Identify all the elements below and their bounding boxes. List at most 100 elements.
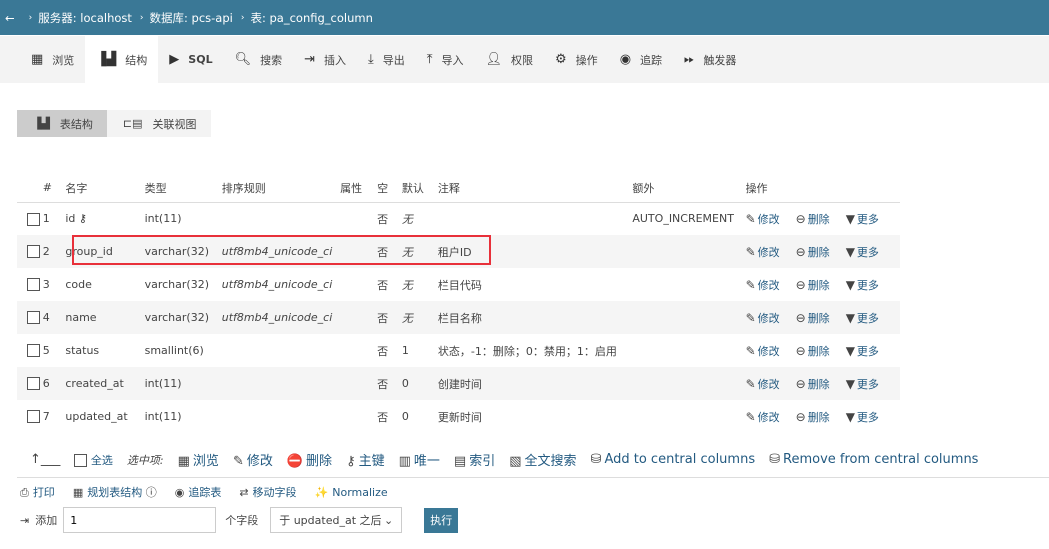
bulk-primary-button[interactable]: ⚷ 主键 (346, 450, 385, 469)
column-extra: AUTO_INCREMENT (632, 212, 734, 226)
bulk-unique-button[interactable]: ▥ 唯一 (399, 450, 440, 469)
back-arrow-icon[interactable]: ← (5, 11, 15, 25)
edit-button[interactable]: ✎ 修改 (746, 311, 780, 325)
drop-button[interactable]: ⊖ 删除 (796, 311, 830, 325)
more-button[interactable]: ▼ 更多 (846, 344, 879, 358)
edit-button[interactable]: ✎ 修改 (746, 278, 780, 292)
breadcrumb-server[interactable]: › 服务器: localhost (29, 10, 132, 26)
tab-label: 结构 (125, 53, 148, 67)
column-attributes (340, 400, 377, 433)
row-checkbox[interactable] (27, 212, 40, 226)
more-label: 更多 (856, 410, 879, 424)
column-name: status (65, 344, 100, 357)
column-count-input[interactable] (63, 507, 217, 533)
tab-10[interactable]: ⏩︎ 触发器 (673, 36, 747, 83)
caret-down-icon: ▼ (845, 376, 855, 391)
add-central-columns-button[interactable]: ⛁ Add to central columns (591, 452, 756, 467)
drop-button[interactable]: ⊖ 删除 (796, 377, 830, 391)
fulltext-icon: ▧ (509, 454, 522, 469)
row-checkbox[interactable] (27, 377, 40, 391)
tab-label: 导出 (382, 53, 405, 67)
chevron-down-icon: ⌄ (384, 513, 394, 527)
bulk-edit-button[interactable]: ✎ 修改 (233, 450, 273, 469)
edit-label: 修改 (757, 311, 780, 325)
select-all-checkbox[interactable] (74, 454, 88, 467)
table-tools: ⎙ 打印 ▦ 规划表结构 ⓘ ◉ 追踪表 ⇄ 移动字段 ✨ Normalize (20, 484, 406, 500)
drop-button[interactable]: ⊖ 删除 (795, 244, 830, 259)
edit-button[interactable]: ✎ 修改 (745, 211, 780, 226)
normalize-button[interactable]: ✨ Normalize (315, 486, 388, 499)
minus-circle-icon: ⊖ (795, 244, 806, 259)
edit-label: 修改 (757, 212, 780, 226)
select-all-label: 全选 (90, 453, 113, 467)
tab-7[interactable]: 👤︎ 权限 (475, 36, 545, 83)
more-button[interactable]: ▼ 更多 (846, 410, 879, 424)
tab-4[interactable]: ⇥ 插入 (293, 36, 357, 83)
drop-button[interactable]: ⊖ 删除 (796, 278, 830, 292)
row-checkbox[interactable] (27, 410, 40, 424)
breadcrumb-table[interactable]: › 表: pa_config_column (241, 10, 373, 26)
highlight-box (72, 235, 491, 265)
row-checkbox[interactable] (27, 278, 40, 292)
more-button[interactable]: ▼ 更多 (846, 278, 879, 292)
subtab-structure[interactable]: ▐▟ 表结构 (17, 110, 107, 137)
edit-button[interactable]: ✎ 修改 (746, 377, 780, 391)
go-button[interactable]: 执行 (424, 507, 459, 533)
breadcrumb-server-label: 服务器: localhost (38, 10, 132, 25)
info-icon[interactable]: ⓘ (146, 486, 157, 499)
print-button[interactable]: ⎙ 打印 (20, 484, 55, 500)
drop-label: 删除 (807, 410, 830, 424)
move-columns-button[interactable]: ⇄ 移动字段 (239, 484, 296, 500)
add-columns-form: ⇥ 添加 个字段 于 updated_at 之后⌄ 执行 (20, 507, 459, 533)
drop-label: 删除 (807, 344, 830, 358)
position-select[interactable]: 于 updated_at 之后 ⌄ (270, 507, 403, 533)
edit-button[interactable]: ✎ 修改 (746, 344, 780, 358)
column-comment: 状态，-1：删除；0：禁用；1：启用 (437, 344, 617, 358)
column-default: 无 (401, 212, 413, 226)
print-icon: ⎙ (20, 486, 29, 499)
column-extra (632, 268, 745, 301)
drop-button[interactable]: ⊖ 删除 (796, 344, 830, 358)
tab-1[interactable]: ▐▟ 结构 (85, 36, 159, 83)
print-label: 打印 (32, 486, 55, 499)
edit-button[interactable]: ✎ 修改 (746, 245, 780, 259)
bulk-index-label: 索引 (469, 454, 496, 469)
remove-central-columns-button[interactable]: ⛁ Remove from central columns (769, 452, 978, 467)
column-comment (438, 202, 633, 235)
bulk-fulltext-button[interactable]: ▧ 全文搜索 (509, 450, 576, 469)
row-checkbox[interactable] (27, 344, 40, 358)
drop-label: 删除 (807, 245, 830, 259)
tab-9[interactable]: ◉ 追踪 (609, 36, 673, 83)
pencil-icon: ✎ (745, 211, 756, 226)
row-checkbox[interactable] (27, 311, 40, 325)
tab-6[interactable]: ⤒ 导入 (416, 36, 475, 83)
select-all[interactable]: 全选 (74, 452, 113, 468)
pencil-icon: ✎ (232, 454, 244, 469)
edit-button[interactable]: ✎ 修改 (746, 410, 780, 424)
tab-0[interactable]: ▦ 浏览 (20, 36, 85, 83)
more-button[interactable]: ▼ 更多 (846, 212, 879, 226)
drop-label: 删除 (807, 212, 830, 226)
column-collation (222, 334, 340, 367)
breadcrumb-database[interactable]: › 数据库: pcs-api (140, 10, 233, 26)
column-type: int(11) (144, 410, 182, 423)
propose-structure-button[interactable]: ▦ 规划表结构 ⓘ (73, 484, 157, 500)
tab-5[interactable]: ⤓ 导出 (357, 36, 416, 83)
more-button[interactable]: ▼ 更多 (845, 376, 879, 391)
subtab-relation-view[interactable]: ⊏▤ 关联视图 (106, 110, 211, 137)
tab-8[interactable]: ⚙ 操作 (544, 36, 609, 83)
track-table-button[interactable]: ◉ 追踪表 (175, 484, 222, 500)
edit-label: 修改 (757, 344, 780, 358)
drop-button[interactable]: ⊖ 删除 (796, 212, 830, 226)
upload-icon: ⤒ (426, 52, 433, 67)
bulk-index-button[interactable]: ▤ 索引 (454, 450, 495, 469)
tab-3[interactable]: 🔍︎ 搜索 (224, 36, 294, 83)
tab-2[interactable]: ▶ SQL (158, 36, 223, 83)
row-checkbox[interactable] (27, 245, 40, 259)
more-button[interactable]: ▼ 更多 (846, 245, 879, 259)
drop-button[interactable]: ⊖ 删除 (796, 410, 830, 424)
more-button[interactable]: ▼ 更多 (846, 311, 879, 325)
tab-label: 权限 (511, 53, 534, 67)
bulk-drop-button[interactable]: ⛔ 删除 (287, 450, 332, 469)
bulk-browse-button[interactable]: ▦ 浏览 (178, 450, 219, 469)
